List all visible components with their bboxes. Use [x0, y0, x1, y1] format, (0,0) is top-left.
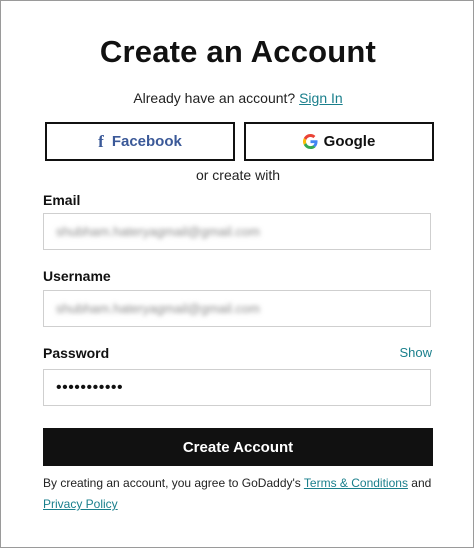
password-field[interactable]: •••••••••••: [43, 369, 431, 406]
facebook-button[interactable]: f Facebook: [45, 122, 235, 161]
signin-prompt-text: Already have an account?: [133, 90, 296, 106]
password-value: •••••••••••: [56, 378, 124, 396]
username-field[interactable]: shubham.hateryagmail@gmail.com: [43, 290, 431, 327]
google-icon: [302, 134, 318, 149]
facebook-icon: f: [98, 131, 104, 151]
terms-text: By creating an account, you agree to GoD…: [43, 473, 443, 515]
google-button-label: Google: [323, 133, 376, 150]
signin-link[interactable]: Sign In: [299, 90, 343, 106]
terms-and: and: [411, 476, 432, 490]
facebook-button-label: Facebook: [111, 133, 182, 150]
username-label: Username: [43, 268, 111, 284]
privacy-link[interactable]: Privacy Policy: [43, 497, 118, 511]
page-title: Create an Account: [99, 34, 377, 69]
divider-text: or create with: [195, 167, 281, 183]
email-label: Email: [43, 192, 81, 208]
terms-prefix: By creating an account, you agree to GoD…: [43, 476, 301, 490]
create-account-button[interactable]: Create Account: [43, 428, 433, 466]
terms-link[interactable]: Terms & Conditions: [304, 476, 408, 490]
signin-prompt: Already have an account? Sign In: [1, 90, 474, 106]
email-field[interactable]: shubham.hateryagmail@gmail.com: [43, 213, 431, 250]
username-value: shubham.hateryagmail@gmail.com: [56, 301, 260, 316]
password-label: Password: [43, 345, 110, 361]
show-password-button[interactable]: Show: [399, 345, 432, 360]
email-value: shubham.hateryagmail@gmail.com: [56, 224, 260, 239]
signup-card: Create an Account Already have an accoun…: [0, 0, 474, 548]
google-button[interactable]: Google: [244, 122, 434, 161]
